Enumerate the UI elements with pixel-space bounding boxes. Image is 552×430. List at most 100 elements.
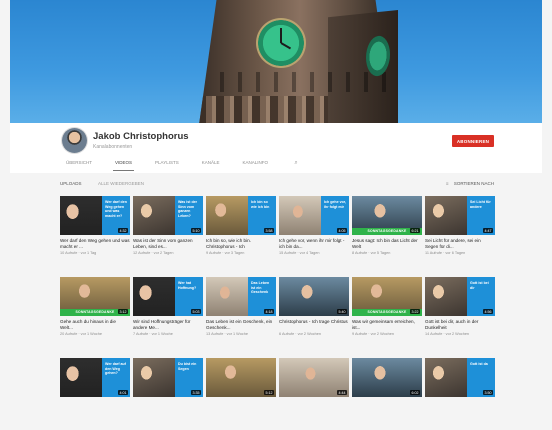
channel-banner bbox=[10, 0, 542, 123]
video-card[interactable]: Das Leben ist ein Geschenk 4:18 Das Leben … bbox=[206, 277, 276, 349]
video-meta: 15 Aufrufe · vor 4 Tagen bbox=[279, 251, 320, 255]
thumbnail-photo bbox=[60, 196, 102, 235]
video-meta: 20 Aufrufe · vor 1 Woche bbox=[60, 332, 102, 336]
video-thumbnail[interactable]: Was ist der Sinn vom ganzen Leben? 5:10 bbox=[133, 196, 203, 235]
video-duration: 5:10 bbox=[191, 228, 201, 233]
channel-name[interactable]: Jakob Christophorus bbox=[93, 131, 189, 142]
video-card[interactable]: 6:02 bbox=[352, 358, 422, 430]
video-card[interactable]: Wer darf den Weg gehen und was macht er?… bbox=[60, 196, 130, 268]
play-all-button[interactable]: Alle wiedergeben bbox=[98, 181, 144, 186]
video-card[interactable]: 4:44 bbox=[279, 358, 349, 430]
video-thumbnail[interactable]: Wer hat Hoffnung? 5:03 bbox=[133, 277, 203, 316]
video-title[interactable]: Ich gehe vor, wenn ihr mir folgt - ich b… bbox=[279, 238, 349, 250]
video-duration: 3:12 bbox=[118, 309, 128, 314]
video-title[interactable]: Wer darf den Weg gehen und was macht er … bbox=[60, 238, 130, 250]
video-card[interactable]: Ich gehe vor, ihr folgt mir 4:05 Ich gehe … bbox=[279, 196, 349, 268]
video-duration: 4:44 bbox=[337, 390, 347, 395]
video-title[interactable]: Ich bin so, wie ich bin. Christophorus -… bbox=[206, 238, 276, 250]
thumbnail-photo bbox=[206, 277, 248, 316]
video-duration: 4:18 bbox=[264, 309, 274, 314]
video-duration: 4:56 bbox=[483, 309, 493, 314]
channel-tabs: Übersicht Videos Playlists Kanäle Kanali… bbox=[66, 158, 301, 172]
video-thumbnail[interactable]: Ich gehe vor, ihr folgt mir 4:05 bbox=[279, 196, 349, 235]
video-title[interactable]: Sei Licht für andere, sei ein Segen für … bbox=[425, 238, 495, 250]
video-meta: 8 Aufrufe · vor 5 Tagen bbox=[352, 251, 391, 255]
tab-overview[interactable]: Übersicht bbox=[66, 158, 92, 172]
video-card[interactable]: Gott ist bei dir 4:56 Gott ist bei dir, au… bbox=[425, 277, 495, 349]
video-thumbnail[interactable]: 6:02 bbox=[352, 358, 422, 397]
thumbnail-photo bbox=[206, 196, 248, 235]
video-duration: 4:32 bbox=[118, 228, 128, 233]
video-meta: 9 Aufrufe · vor 2 Wochen bbox=[352, 332, 394, 336]
video-card[interactable]: Wer hat Hoffnung? 5:03 Wir sind Hoffnungst… bbox=[133, 277, 203, 349]
video-meta: 9 Aufrufe · vor 3 Tagen bbox=[206, 251, 245, 255]
uploads-dropdown[interactable]: Uploads bbox=[60, 181, 82, 186]
thumbnail-photo bbox=[60, 358, 102, 397]
tab-about[interactable]: Kanalinfo bbox=[242, 158, 268, 172]
thumbnail-photo bbox=[279, 196, 321, 235]
avatar[interactable] bbox=[62, 128, 87, 153]
thumbnail-photo bbox=[425, 358, 467, 397]
thumbnail-photo bbox=[133, 277, 175, 316]
video-thumbnail[interactable]: Wer darf auf den Weg gehen? 4:01 bbox=[60, 358, 130, 397]
video-card[interactable]: Du bist ein Segen 3:35 bbox=[133, 358, 203, 430]
thumbnail-photo bbox=[425, 196, 467, 235]
video-card[interactable]: Wer darf auf den Weg gehen? 4:01 bbox=[60, 358, 130, 430]
video-card[interactable]: Ich bin so wie ich bin 3:58 Ich bin so, wi… bbox=[206, 196, 276, 268]
video-card[interactable]: Gott ist da 3:50 bbox=[425, 358, 495, 430]
video-card[interactable]: Was ist der Sinn vom ganzen Leben? 5:10 Wa… bbox=[133, 196, 203, 268]
video-thumbnail[interactable]: SONNTAGSGEDANKE 3:12 bbox=[60, 277, 130, 316]
clock-icon bbox=[258, 20, 304, 66]
video-thumbnail[interactable]: Gott ist da 3:50 bbox=[425, 358, 495, 397]
video-thumbnail[interactable]: SONNTAGSGEDANKE 3:22 bbox=[352, 277, 422, 316]
video-thumbnail[interactable]: 5:40 bbox=[279, 277, 349, 316]
video-duration: 3:35 bbox=[191, 390, 201, 395]
video-card[interactable]: Sei Licht für andere 4:47 Sei Licht für an… bbox=[425, 196, 495, 268]
sort-button[interactable]: ≡ Sortieren nach bbox=[446, 181, 494, 186]
uploads-toolbar: Uploads Alle wiedergeben ≡ Sortieren nach bbox=[60, 180, 494, 190]
video-meta: 14 Aufrufe · vor 2 Wochen bbox=[425, 332, 470, 336]
video-duration: 4:47 bbox=[483, 228, 493, 233]
video-duration: 4:05 bbox=[337, 228, 347, 233]
video-title[interactable]: Wir sind Hoffnungsträger für andere Me..… bbox=[133, 319, 203, 331]
channel-page: Jakob Christophorus Kanalabonnenten ABON… bbox=[0, 0, 552, 397]
video-card[interactable]: 5:12 bbox=[206, 358, 276, 430]
video-meta: 12 Aufrufe · vor 2 Tagen bbox=[133, 251, 174, 255]
video-thumbnail[interactable]: Sei Licht für andere 4:47 bbox=[425, 196, 495, 235]
video-thumbnail[interactable]: Ich bin so wie ich bin 3:58 bbox=[206, 196, 276, 235]
video-thumbnail[interactable]: Das Leben ist ein Geschenk 4:18 bbox=[206, 277, 276, 316]
video-thumbnail[interactable]: Du bist ein Segen 3:35 bbox=[133, 358, 203, 397]
video-title[interactable]: Gehe auch du hinaus in die Welt... bbox=[60, 319, 130, 331]
video-thumbnail[interactable]: SONNTAGSGEDANKE 6:21 bbox=[352, 196, 422, 235]
video-duration: 5:03 bbox=[191, 309, 201, 314]
video-meta: 6 Aufrufe · vor 2 Wochen bbox=[279, 332, 321, 336]
tab-channels[interactable]: Kanäle bbox=[202, 158, 220, 172]
video-thumbnail[interactable]: 4:44 bbox=[279, 358, 349, 397]
video-title[interactable]: Jesus sagt: Ich bin das Licht der Welt bbox=[352, 238, 422, 250]
video-card[interactable]: SONNTAGSGEDANKE 6:21 Jesus sagt: Ich bin d… bbox=[352, 196, 422, 268]
subscribe-button[interactable]: ABONNIEREN bbox=[452, 135, 494, 147]
tab-videos[interactable]: Videos bbox=[113, 158, 135, 172]
video-duration: 6:21 bbox=[410, 228, 420, 233]
video-duration: 5:12 bbox=[264, 390, 274, 395]
video-title[interactable]: Was wir gemeinsam erreichen, ist... bbox=[352, 319, 422, 331]
video-title[interactable]: Gott ist bei dir, auch in der Dunkelheit bbox=[425, 319, 495, 331]
video-title[interactable]: Was ist der Sinn vom ganzen Leben, sind … bbox=[133, 238, 203, 250]
search-icon[interactable]: ⌕ bbox=[291, 158, 301, 172]
video-thumbnail[interactable]: Wer darf den Weg gehen und was macht er?… bbox=[60, 196, 130, 235]
video-card[interactable]: 5:40 Christophorus - Ich trage Christus 6 … bbox=[279, 277, 349, 349]
video-duration: 4:01 bbox=[118, 390, 128, 395]
video-card[interactable]: SONNTAGSGEDANKE 3:12 Gehe auch du hinaus i… bbox=[60, 277, 130, 349]
video-card[interactable]: SONNTAGSGEDANKE 3:22 Was wir gemeinsam err… bbox=[352, 277, 422, 349]
tab-playlists[interactable]: Playlists bbox=[155, 158, 179, 172]
video-meta: 7 Aufrufe · vor 1 Woche bbox=[133, 332, 173, 336]
video-title[interactable]: Das Leben ist ein Geschenk, ein Geschenk… bbox=[206, 319, 276, 331]
thumbnail-photo bbox=[133, 196, 175, 235]
video-thumbnail[interactable]: 5:12 bbox=[206, 358, 276, 397]
video-duration: 5:40 bbox=[337, 309, 347, 314]
video-thumbnail[interactable]: Gott ist bei dir 4:56 bbox=[425, 277, 495, 316]
thumbnail-photo bbox=[133, 358, 175, 397]
video-meta: 13 Aufrufe · vor 1 Woche bbox=[206, 332, 248, 336]
video-title[interactable]: Christophorus - Ich trage Christus bbox=[279, 319, 349, 331]
subscriber-count: Kanalabonnenten bbox=[93, 144, 133, 150]
